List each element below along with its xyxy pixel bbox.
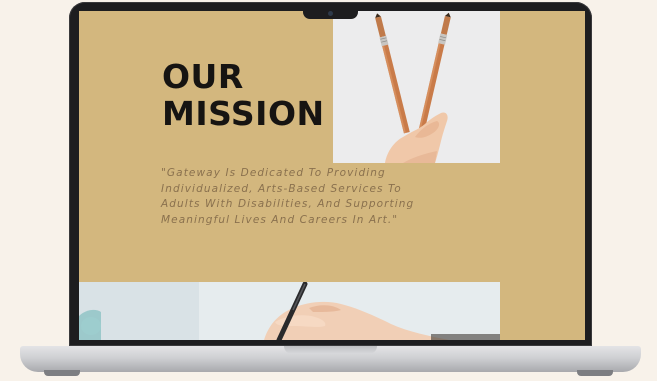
paintbrush-photo bbox=[333, 11, 500, 163]
title-line-mission: MISSION bbox=[162, 94, 325, 133]
laptop-screen: OUR MISSION "Gateway Is Dedicated To Pro… bbox=[79, 11, 585, 340]
camera-icon bbox=[328, 11, 333, 16]
camera-notch bbox=[303, 9, 358, 19]
title-line-our: OUR bbox=[162, 57, 244, 96]
mockup-stage: OUR MISSION "Gateway Is Dedicated To Pro… bbox=[0, 0, 657, 381]
paintbrush-hand-image bbox=[333, 11, 500, 163]
pen-photo bbox=[79, 282, 500, 340]
laptop-foot-left bbox=[44, 370, 80, 376]
laptop-foot-right bbox=[577, 370, 613, 376]
laptop-opening-lip bbox=[284, 346, 377, 354]
mission-statement: "Gateway Is Dedicated To Providing Indiv… bbox=[161, 167, 415, 226]
pen-hand-image bbox=[79, 282, 500, 340]
page-title: OUR MISSION bbox=[162, 58, 325, 132]
